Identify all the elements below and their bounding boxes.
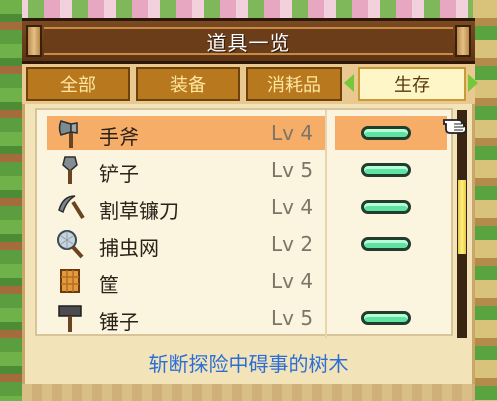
tab-survival[interactable]: 生存 [358, 67, 466, 101]
item-row-shovel[interactable]: 铲子 Lv 5 [47, 153, 447, 187]
tab-equipment[interactable]: 装备 [136, 67, 240, 101]
background-top [0, 0, 497, 18]
window-title: 道具一览 [206, 30, 291, 55]
basket-icon [60, 269, 80, 293]
bug-net-icon [57, 230, 84, 259]
durability-gauge [361, 311, 411, 325]
hammer-icon [58, 305, 82, 332]
tab-equipment-label: 装备 [170, 75, 206, 96]
item-level: Lv 4 [271, 121, 314, 145]
scroll-thumb[interactable] [458, 180, 466, 254]
title-bar: 道具一览 [22, 18, 475, 64]
tab-prev-arrow-icon[interactable] [344, 74, 354, 92]
item-name: 筐 [99, 273, 119, 297]
item-name: 割草镰刀 [99, 199, 179, 223]
tab-consumables-label: 消耗品 [267, 75, 321, 96]
sickle-icon [58, 195, 85, 220]
tab-all[interactable]: 全部 [26, 67, 130, 101]
item-list: 手斧 Lv 4 铲子 Lv 5 割草镰刀 Lv 4 捕虫网 Lv 2 筐 Lv … [35, 108, 453, 338]
durability-gauge [361, 163, 411, 177]
hand-pointer-icon [443, 119, 467, 134]
item-row-hammer[interactable]: 锤子 Lv 5 [47, 301, 447, 335]
list-scrollbar[interactable] [457, 110, 467, 338]
tab-consumables[interactable]: 消耗品 [246, 67, 342, 101]
durability-gauge [361, 126, 411, 140]
durability-gauge [361, 200, 411, 214]
item-row-sickle[interactable]: 割草镰刀 Lv 4 [47, 190, 447, 224]
tab-survival-label: 生存 [394, 75, 430, 96]
item-row-bug-net[interactable]: 捕虫网 Lv 2 [47, 227, 447, 261]
shovel-icon [62, 156, 78, 184]
axe-icon [58, 120, 78, 148]
item-level: Lv 5 [271, 306, 314, 330]
title-end-cap-left [26, 25, 42, 57]
durability-gauge [361, 237, 411, 251]
title-inner: 道具一览 [44, 27, 453, 55]
item-name: 捕虫网 [99, 236, 159, 260]
item-level: Lv 2 [271, 232, 314, 256]
item-panel: 手斧 Lv 4 铲子 Lv 5 割草镰刀 Lv 4 捕虫网 Lv 2 筐 Lv … [22, 104, 475, 384]
item-level: Lv 4 [271, 269, 314, 293]
item-row-hand-axe[interactable]: 手斧 Lv 4 [47, 116, 447, 150]
title-end-cap-right [455, 25, 471, 57]
item-level: Lv 5 [271, 158, 314, 182]
item-name: 手斧 [99, 125, 139, 149]
item-description: 斩断探险中碍事的树木 [148, 352, 349, 376]
background-right [473, 0, 497, 401]
item-level: Lv 4 [271, 195, 314, 219]
bottom-border [22, 384, 475, 401]
tab-next-arrow-icon[interactable] [468, 74, 478, 92]
item-name: 锤子 [99, 310, 139, 334]
tab-bar: 全部 装备 消耗品 生存 [22, 64, 478, 104]
item-row-basket[interactable]: 筐 Lv 4 [47, 264, 447, 298]
tab-all-label: 全部 [60, 75, 96, 96]
background-left [0, 0, 22, 401]
item-name: 铲子 [99, 162, 139, 186]
